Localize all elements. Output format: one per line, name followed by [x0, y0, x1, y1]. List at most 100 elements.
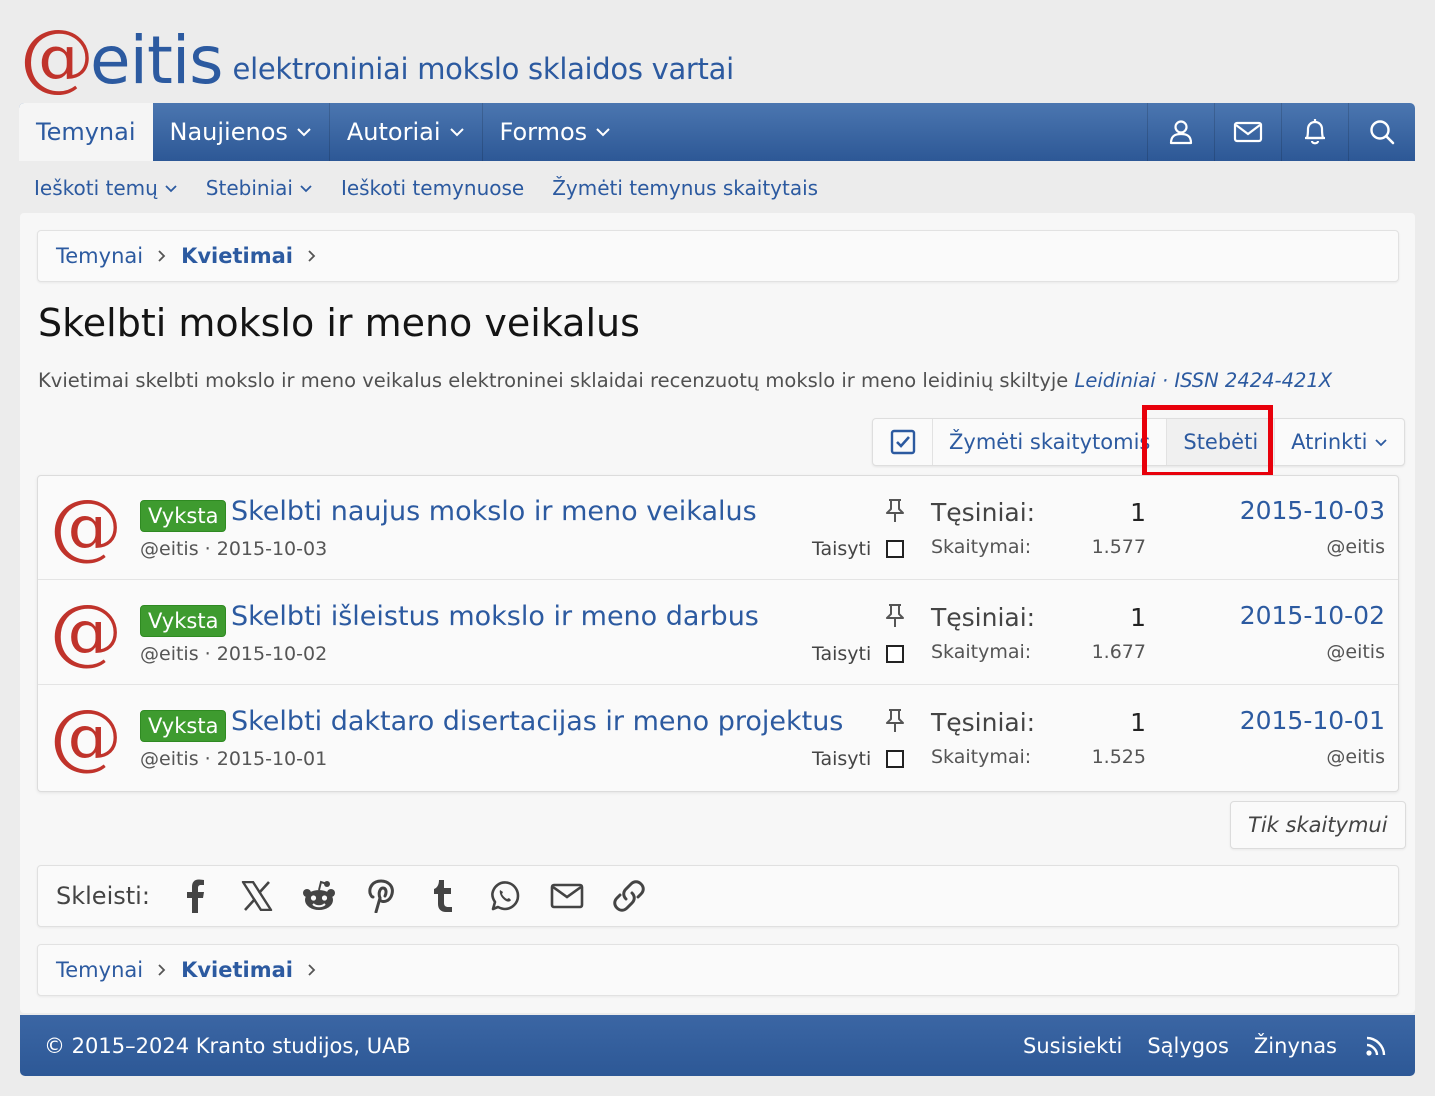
filter-label: Atrinkti: [1291, 430, 1368, 454]
breadcrumb-temynai[interactable]: Temynai: [56, 244, 143, 268]
page-description: Kvietimai skelbti mokslo ir meno veikalu…: [38, 369, 1332, 392]
x-icon: [241, 881, 273, 911]
replies-count: 1: [1130, 603, 1146, 632]
last-post-date[interactable]: 2015-10-03: [1240, 496, 1385, 525]
chevron-right-icon: [158, 964, 166, 976]
chevron-right-icon: [308, 250, 316, 262]
share-x-button[interactable]: [226, 872, 288, 920]
share-email-button[interactable]: [536, 872, 598, 920]
avatar[interactable]: @: [50, 700, 122, 772]
edit-link[interactable]: Taisyti: [812, 643, 871, 665]
rss-icon: [1366, 1036, 1386, 1056]
chevron-down-icon: [449, 128, 464, 137]
thread-list: @ Vyksta Skelbti naujus mokslo ir meno v…: [37, 475, 1399, 792]
share-label: Skleisti:: [56, 882, 150, 910]
footer-link-terms[interactable]: Sąlygos: [1147, 1034, 1229, 1058]
replies-label: Tęsiniai:: [931, 498, 1036, 527]
chevron-right-icon: [308, 964, 316, 976]
nav-tab-label: Temynai: [36, 118, 136, 146]
share-pinterest-button[interactable]: [350, 872, 412, 920]
read-only-button[interactable]: Tik skaitymui: [1230, 801, 1406, 849]
views-count: 1.677: [1091, 641, 1146, 663]
views-count: 1.525: [1091, 746, 1146, 768]
thread-meta: @eitis · 2015-10-02: [140, 643, 328, 665]
share-tumblr-button[interactable]: [412, 872, 474, 920]
nav-tab-autoriai[interactable]: Autoriai: [330, 103, 483, 161]
share-whatsapp-button[interactable]: [474, 872, 536, 920]
content-panel: Temynai Kvietimai Skelbti mokslo ir meno…: [20, 213, 1415, 1013]
mark-read-button[interactable]: Žymėti skaitytomis: [933, 419, 1168, 465]
subnav-find-threads[interactable]: Ieškoti temų: [20, 176, 192, 200]
edit-link[interactable]: Taisyti: [812, 748, 871, 770]
thread-meta: @eitis · 2015-10-01: [140, 748, 328, 770]
last-post-user[interactable]: @eitis: [1326, 641, 1385, 663]
subnav-mark-forums-read[interactable]: Žymėti temynus skaitytais: [538, 176, 832, 200]
thread-author[interactable]: @eitis: [140, 643, 199, 665]
status-badge[interactable]: Vyksta: [140, 605, 227, 637]
thread-select-checkbox[interactable]: [886, 645, 904, 663]
thread-author[interactable]: @eitis: [140, 748, 199, 770]
footer-link-contact[interactable]: Susisiekti: [1023, 1034, 1122, 1058]
facebook-icon: [186, 879, 204, 913]
thread-author[interactable]: @eitis: [140, 538, 199, 560]
thread-title-link[interactable]: Skelbti naujus mokslo ir meno veikalus: [231, 496, 757, 527]
mark-read-label: Žymėti skaitytomis: [949, 430, 1151, 454]
nav-tab-naujienos[interactable]: Naujienos: [153, 103, 330, 161]
site-logo[interactable]: @ eitis elektroniniai mokslo sklaidos va…: [20, 14, 734, 94]
edit-link[interactable]: Taisyti: [812, 538, 871, 560]
breadcrumb-bottom: Temynai Kvietimai: [37, 944, 1399, 996]
link-icon: [613, 880, 645, 912]
search-button[interactable]: [1348, 103, 1415, 161]
thread-row: @ Vyksta Skelbti naujus mokslo ir meno v…: [38, 476, 1398, 580]
nav-tab-formos[interactable]: Formos: [483, 103, 629, 161]
subnav-label: Ieškoti temų: [34, 176, 158, 200]
last-post-user[interactable]: @eitis: [1326, 746, 1385, 768]
filter-button[interactable]: Atrinkti: [1275, 419, 1404, 465]
alerts-button[interactable]: [1281, 103, 1348, 161]
read-only-label: Tik skaitymui: [1248, 813, 1388, 837]
thread-select-checkbox[interactable]: [886, 540, 904, 558]
breadcrumb: Temynai Kvietimai: [37, 230, 1399, 282]
breadcrumb-kvietimai[interactable]: Kvietimai: [181, 244, 293, 268]
views-count: 1.577: [1091, 536, 1146, 558]
chevron-down-icon: [1375, 438, 1388, 446]
account-button[interactable]: [1147, 103, 1214, 161]
footer-link-help[interactable]: Žinynas: [1254, 1034, 1337, 1058]
thread-date[interactable]: 2015-10-01: [217, 748, 327, 770]
avatar[interactable]: @: [50, 490, 122, 562]
footer-links: Susisiekti Sąlygos Žinynas: [998, 1034, 1391, 1058]
subnav-label: Ieškoti temynuose: [340, 176, 525, 200]
reddit-icon: [302, 880, 335, 910]
thread-title-link[interactable]: Skelbti daktaro disertacijas ir meno pro…: [231, 706, 843, 737]
status-badge[interactable]: Vyksta: [140, 710, 227, 742]
subnav-watched[interactable]: Stebiniai: [192, 176, 327, 200]
logo-tagline: elektroniniai mokslo sklaidos vartai: [232, 52, 735, 86]
breadcrumb-kvietimai[interactable]: Kvietimai: [181, 958, 293, 982]
thread-row: @ Vyksta Skelbti išleistus mokslo ir men…: [38, 581, 1398, 685]
select-threads-button[interactable]: [873, 419, 933, 465]
page-description-text: Kvietimai skelbti mokslo ir meno veikalu…: [38, 369, 1069, 392]
subnav-label: Žymėti temynus skaitytais: [552, 176, 819, 200]
thread-select-checkbox[interactable]: [886, 750, 904, 768]
share-link-button[interactable]: [598, 872, 660, 920]
thread-title-link[interactable]: Skelbti išleistus mokslo ir meno darbus: [231, 601, 759, 632]
last-post-date[interactable]: 2015-10-02: [1240, 601, 1385, 630]
thread-date[interactable]: 2015-10-03: [217, 538, 327, 560]
nav-tab-temynai[interactable]: Temynai: [19, 103, 153, 161]
thread-row: @ Vyksta Skelbti daktaro disertacijas ir…: [38, 686, 1398, 790]
inbox-button[interactable]: [1214, 103, 1281, 161]
subnav-label: Stebiniai: [205, 176, 293, 200]
share-reddit-button[interactable]: [288, 872, 350, 920]
thread-date[interactable]: 2015-10-02: [217, 643, 327, 665]
last-post-user[interactable]: @eitis: [1326, 536, 1385, 558]
watch-button[interactable]: Stebėti: [1167, 419, 1276, 465]
share-facebook-button[interactable]: [164, 872, 226, 920]
replies-count: 1: [1130, 498, 1146, 527]
subnav-search-forums[interactable]: Ieškoti temynuose: [327, 176, 538, 200]
rss-button[interactable]: [1365, 1035, 1387, 1057]
last-post-date[interactable]: 2015-10-01: [1240, 706, 1385, 735]
breadcrumb-temynai[interactable]: Temynai: [56, 958, 143, 982]
leidiniai-link[interactable]: Leidiniai · ISSN 2424-421X: [1075, 369, 1333, 392]
avatar[interactable]: @: [50, 595, 122, 667]
status-badge[interactable]: Vyksta: [140, 500, 227, 532]
